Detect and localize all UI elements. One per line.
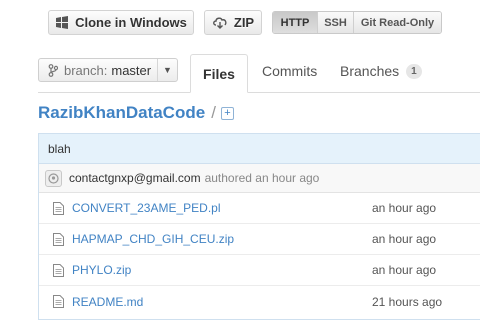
file-icon (53, 295, 64, 308)
branch-value: master (111, 62, 152, 78)
cloud-download-icon (212, 16, 228, 29)
branch-label: branch: (64, 62, 108, 78)
windows-icon (55, 16, 69, 29)
chevron-down-icon[interactable]: ▼ (157, 59, 177, 81)
tab-commits[interactable]: Commits (262, 63, 317, 79)
file-icon (53, 232, 64, 246)
file-age: 21 hours ago (372, 294, 443, 309)
file-name-link[interactable]: CONVERT_23AME_PED.pl (72, 201, 221, 215)
file-age: an hour ago (372, 263, 437, 277)
file-row: CONVERT_23AME_PED.pl an hour ago (39, 193, 480, 224)
zip-download-button[interactable]: ZIP (204, 10, 262, 35)
tab-branches-label: Branches (340, 63, 400, 79)
file-row: HAPMAP_CHD_GIH_CEU.zip an hour ago (39, 224, 480, 255)
zip-label: ZIP (233, 15, 255, 30)
branches-count-badge: 1 (406, 63, 422, 79)
branch-selector[interactable]: branch: master ▼ (38, 58, 178, 82)
protocol-git-readonly-button[interactable]: Git Read-Only (354, 12, 441, 33)
file-age: an hour ago (372, 232, 437, 246)
protocol-http-button[interactable]: HTTP (273, 12, 318, 33)
clone-protocol-selector: HTTP SSH Git Read-Only (272, 11, 442, 34)
breadcrumb: RazibKhanDataCode / + (38, 103, 234, 123)
file-name-link[interactable]: HAPMAP_CHD_GIH_CEU.zip (72, 232, 234, 246)
add-file-icon[interactable]: + (220, 106, 234, 120)
tab-branches[interactable]: Branches 1 (340, 63, 422, 79)
file-icon (53, 201, 64, 215)
protocol-ssh-button[interactable]: SSH (318, 12, 354, 33)
avatar (45, 169, 62, 187)
commit-message[interactable]: blah (39, 134, 480, 164)
branch-icon (48, 63, 58, 77)
file-row: README.md 21 hours ago (39, 286, 480, 317)
repo-name-link[interactable]: RazibKhanDataCode (38, 103, 205, 123)
file-name-link[interactable]: PHYLO.zip (72, 263, 131, 277)
file-name-link[interactable]: README.md (72, 295, 143, 309)
tabs-divider (38, 92, 480, 93)
breadcrumb-separator: / (211, 103, 216, 122)
file-browser: blah contactgnxp@gmail.com authored an h… (38, 133, 480, 320)
file-row: PHYLO.zip an hour ago (39, 255, 480, 286)
tab-files[interactable]: Files (190, 54, 248, 93)
commit-author-email[interactable]: contactgnxp@gmail.com (69, 171, 201, 185)
file-age: an hour ago (372, 201, 437, 215)
commit-meta: contactgnxp@gmail.com authored an hour a… (39, 164, 480, 193)
commit-authored-time: authored an hour ago (204, 171, 320, 185)
clone-in-windows-button[interactable]: Clone in Windows (48, 10, 194, 35)
clone-label: Clone in Windows (75, 15, 187, 30)
file-icon (53, 263, 64, 277)
